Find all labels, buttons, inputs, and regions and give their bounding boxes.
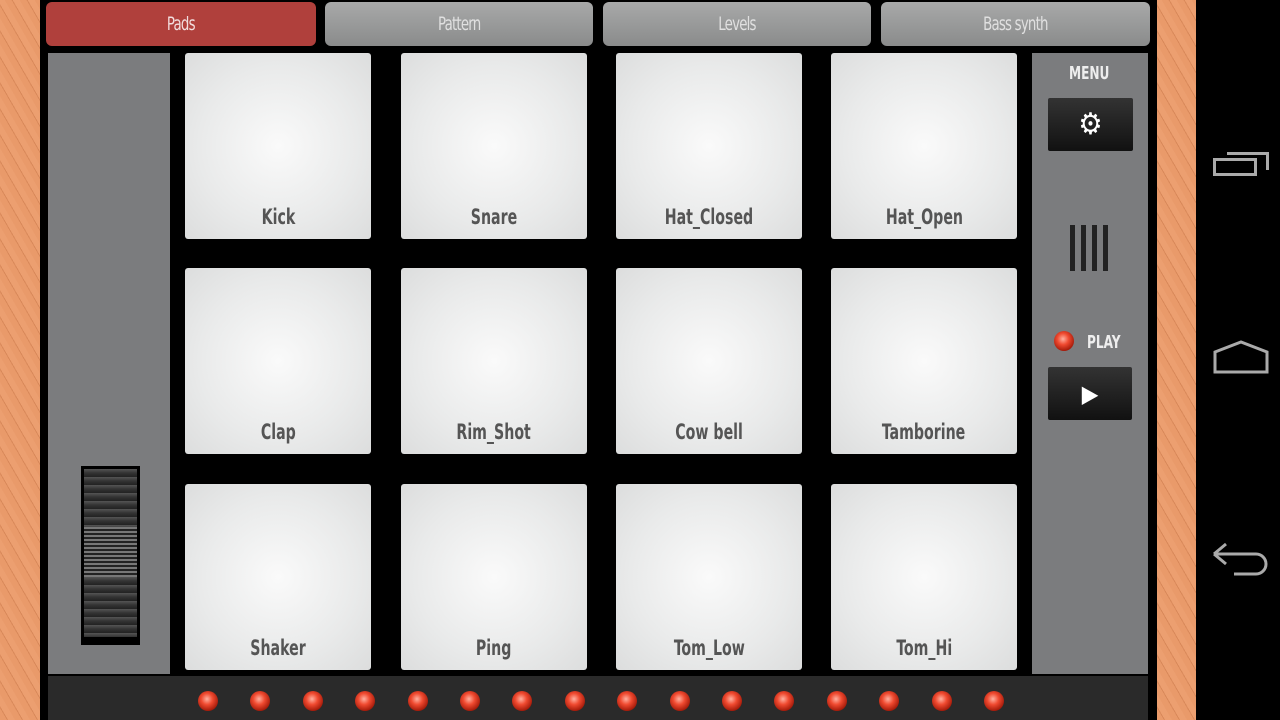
tab-bass-synth[interactable]: Bass synth	[881, 2, 1150, 46]
step-led[interactable]	[931, 691, 952, 711]
left-panel	[48, 53, 170, 674]
pad-tamborine[interactable]: Tamborine	[831, 268, 1017, 454]
bars-icon[interactable]	[1070, 225, 1110, 271]
wood-left	[0, 0, 40, 720]
play-icon: ▶	[1081, 379, 1099, 408]
slider-thumb[interactable]	[84, 527, 137, 577]
pad-kick[interactable]: Kick	[185, 53, 371, 239]
step-led[interactable]	[355, 691, 376, 711]
play-button[interactable]: ▶	[1048, 367, 1132, 420]
tab-label: Pads	[167, 13, 196, 35]
pad-tom-low[interactable]: Tom_Low	[616, 484, 802, 670]
step-led[interactable]	[460, 691, 480, 711]
pad-label: Shaker	[250, 636, 306, 660]
step-led[interactable]	[617, 691, 638, 711]
pad-rim-shot[interactable]: Rim_Shot	[401, 268, 587, 454]
tab-label: Bass synth	[983, 13, 1048, 35]
pad-label: Snare	[470, 205, 518, 229]
step-led[interactable]	[669, 691, 690, 711]
play-label: PLAY	[1087, 332, 1121, 353]
pad-label: Tamborine	[882, 420, 966, 444]
wood-right	[1157, 0, 1196, 720]
pad-label: Rim_Shot	[456, 420, 532, 444]
tab-label: Pattern	[437, 13, 481, 35]
pad-shaker[interactable]: Shaker	[185, 484, 371, 670]
step-led[interactable]	[564, 691, 585, 711]
pad-label: Cow bell	[675, 420, 743, 444]
back-icon[interactable]	[1210, 540, 1272, 576]
home-icon[interactable]	[1213, 340, 1269, 374]
pad-hat-closed[interactable]: Hat_Closed	[616, 53, 802, 239]
menu-button[interactable]: ⚙	[1048, 98, 1133, 151]
pad-cow-bell[interactable]: Cow bell	[616, 268, 802, 454]
right-panel: MENU ⚙ PLAY ▶	[1032, 53, 1148, 674]
pad-label: Hat_Closed	[664, 205, 754, 229]
tab-pattern[interactable]: Pattern	[325, 2, 593, 46]
tab-levels[interactable]: Levels	[603, 2, 871, 46]
pad-label: Ping	[476, 636, 512, 660]
step-led[interactable]	[512, 691, 533, 711]
pad-tom-hi[interactable]: Tom_Hi	[831, 484, 1017, 670]
step-led[interactable]	[250, 691, 271, 711]
step-led[interactable]	[407, 691, 428, 711]
pad-ping[interactable]: Ping	[401, 484, 587, 670]
step-led[interactable]	[302, 691, 323, 711]
gear-icon: ⚙	[1078, 107, 1103, 142]
step-led[interactable]	[984, 691, 1004, 711]
pad-label: Clap	[260, 420, 296, 444]
step-led[interactable]	[774, 691, 795, 711]
pad-snare[interactable]: Snare	[401, 53, 587, 239]
step-led[interactable]	[826, 691, 847, 711]
step-led[interactable]	[879, 691, 900, 711]
navigation-bar	[1196, 0, 1280, 720]
step-led[interactable]	[722, 691, 742, 711]
pad-label: Hat_Open	[885, 205, 963, 229]
play-led	[1054, 331, 1074, 351]
recent-apps-icon[interactable]	[1213, 152, 1269, 176]
pad-label: Kick	[261, 205, 295, 229]
tab-label: Levels	[718, 13, 756, 35]
pad-hat-open[interactable]: Hat_Open	[831, 53, 1017, 239]
pad-label: Tom_Hi	[896, 636, 952, 660]
pad-label: Tom_Low	[673, 636, 745, 660]
volume-slider[interactable]	[81, 466, 140, 645]
step-bar	[48, 676, 1148, 720]
step-led[interactable]	[198, 691, 218, 711]
menu-label: MENU	[1069, 63, 1110, 84]
pad-clap[interactable]: Clap	[185, 268, 371, 454]
tab-pads[interactable]: Pads	[46, 2, 316, 46]
